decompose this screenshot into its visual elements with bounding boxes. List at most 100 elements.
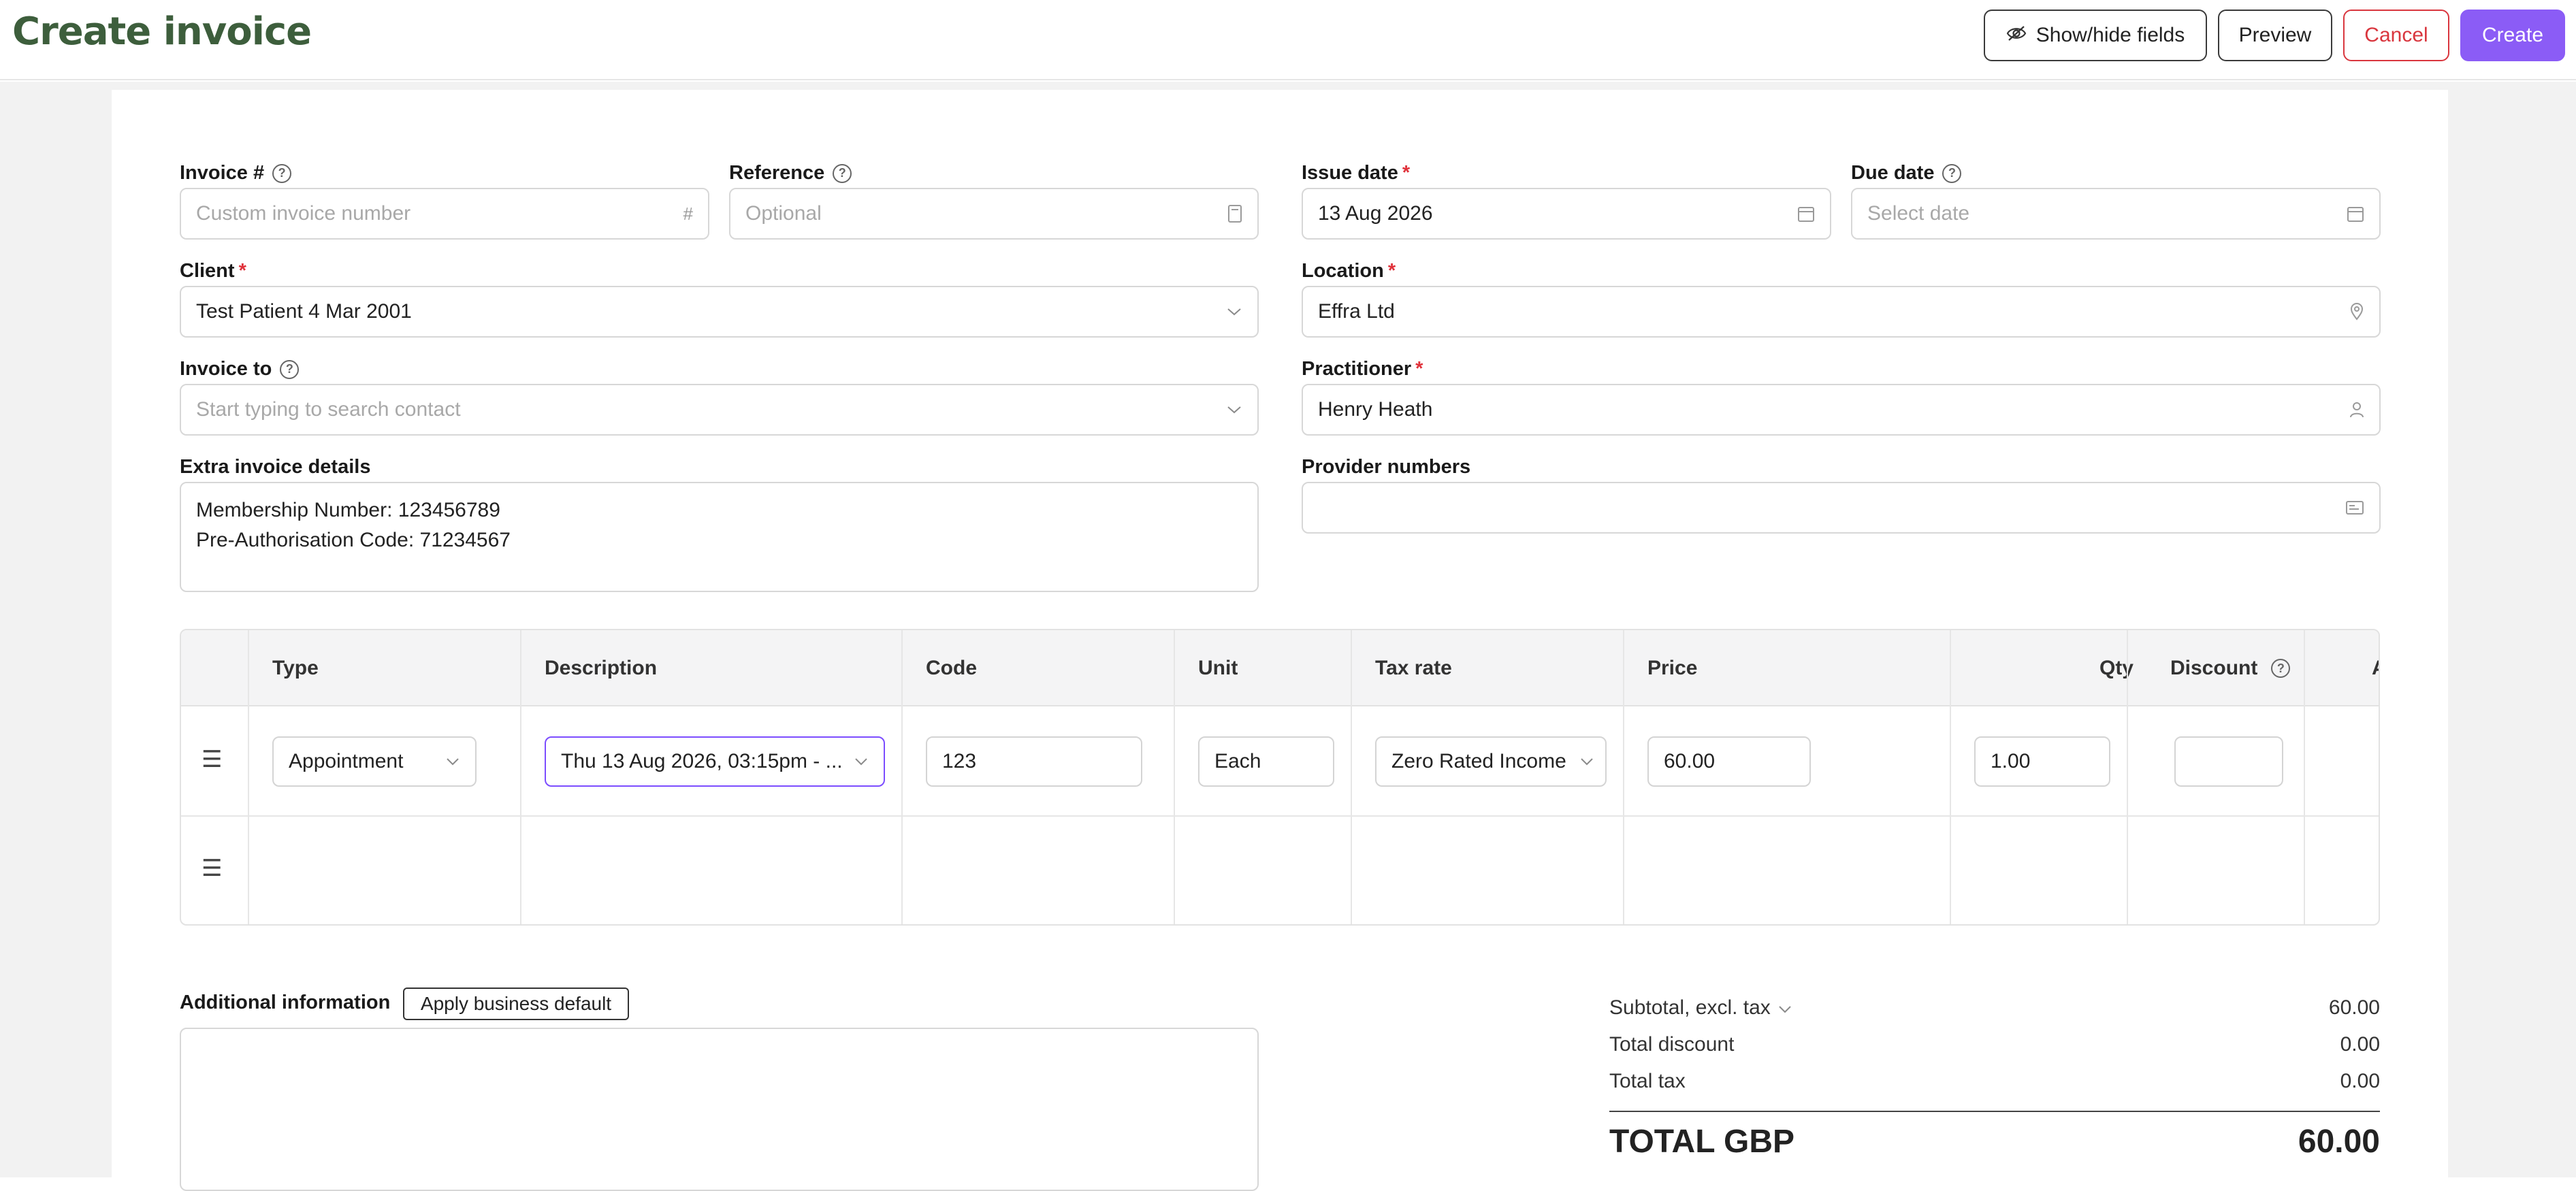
preview-button[interactable]: Preview bbox=[2218, 10, 2332, 61]
subtotal-label: Subtotal, excl. tax bbox=[1609, 996, 1771, 1019]
location-label-text: Location bbox=[1302, 260, 1384, 282]
qty-value: 1.00 bbox=[1991, 750, 2031, 772]
invoice-to-select[interactable]: Start typing to search contact bbox=[180, 384, 1259, 436]
extra-details-line: Pre-Authorisation Code: 71234567 bbox=[196, 529, 511, 551]
top-bar: Create invoice Show/hide fields Preview … bbox=[0, 0, 2576, 80]
extra-details-label: Extra invoice details bbox=[180, 456, 371, 478]
help-icon[interactable]: ? bbox=[2271, 659, 2291, 678]
description-select[interactable]: Thu 13 Aug 2026, 03:15pm - ... bbox=[545, 736, 885, 787]
practitioner-value: Henry Heath bbox=[1318, 398, 1433, 421]
reference-label-text: Reference bbox=[729, 162, 825, 184]
tax-rate-select[interactable]: Zero Rated Income bbox=[1375, 736, 1607, 787]
page-title: Create invoice bbox=[12, 10, 312, 54]
practitioner-input[interactable]: Henry Heath bbox=[1302, 384, 2381, 436]
column-divider bbox=[1623, 630, 1624, 924]
total-tax-row: Total tax 0.00 bbox=[1609, 1070, 2380, 1093]
help-icon[interactable]: ? bbox=[833, 163, 852, 183]
location-pin-icon bbox=[2349, 303, 2364, 321]
help-icon[interactable]: ? bbox=[272, 163, 292, 183]
client-select[interactable]: Test Patient 4 Mar 2001 bbox=[180, 286, 1259, 338]
total-tax-value: 0.00 bbox=[2340, 1070, 2380, 1092]
extra-details-textarea[interactable]: Membership Number: 123456789 Pre-Authori… bbox=[180, 482, 1259, 592]
column-divider bbox=[520, 630, 521, 924]
eye-off-icon bbox=[2006, 24, 2027, 47]
column-divider bbox=[1174, 630, 1175, 924]
subtotal-value: 60.00 bbox=[2328, 996, 2380, 1019]
chevron-down-icon bbox=[854, 757, 869, 766]
due-date-placeholder: Select date bbox=[1867, 202, 1970, 225]
column-header-code: Code bbox=[926, 657, 977, 679]
apply-business-default-button[interactable]: Apply business default bbox=[403, 988, 629, 1020]
type-select[interactable]: Appointment bbox=[272, 736, 477, 787]
calendar-icon bbox=[1797, 205, 1815, 223]
table-header bbox=[181, 630, 2379, 706]
invoice-number-label: Invoice # ? bbox=[180, 162, 292, 184]
subtotal-row: Subtotal, excl. tax 60.00 bbox=[1609, 996, 2380, 1019]
invoice-number-placeholder: Custom invoice number bbox=[196, 202, 411, 225]
code-value: 123 bbox=[942, 750, 977, 772]
client-label-text: Client bbox=[180, 260, 235, 282]
drag-handle-icon[interactable]: ☰ bbox=[202, 746, 222, 773]
create-button[interactable]: Create bbox=[2460, 10, 2565, 61]
subtotal-toggle[interactable]: Subtotal, excl. tax bbox=[1609, 996, 1792, 1019]
required-marker: * bbox=[238, 260, 246, 282]
column-divider bbox=[2304, 630, 2305, 924]
reference-label: Reference ? bbox=[729, 162, 852, 184]
chevron-down-icon bbox=[1777, 996, 1792, 1019]
client-label: Client * bbox=[180, 260, 246, 282]
row-divider bbox=[181, 815, 2379, 817]
invoice-number-input[interactable]: Custom invoice number # bbox=[180, 188, 709, 240]
column-header-discount: Discount ? bbox=[2170, 630, 2291, 706]
column-divider bbox=[901, 630, 903, 924]
provider-numbers-input[interactable] bbox=[1302, 482, 2381, 534]
column-header-price: Price bbox=[1647, 657, 1698, 679]
total-discount-row: Total discount 0.00 bbox=[1609, 1033, 2380, 1056]
qty-input[interactable]: 1.00 bbox=[1974, 736, 2110, 787]
invoice-to-placeholder: Start typing to search contact bbox=[196, 398, 461, 421]
location-label: Location * bbox=[1302, 260, 1396, 282]
help-icon[interactable]: ? bbox=[1942, 163, 1962, 183]
chevron-down-icon bbox=[1226, 404, 1242, 415]
line-items-table: Type Description Code Unit Tax rate Pric… bbox=[180, 629, 2380, 926]
price-value: 60.00 bbox=[1664, 750, 1716, 772]
id-card-icon bbox=[2345, 500, 2364, 515]
code-input[interactable]: 123 bbox=[926, 736, 1142, 787]
chevron-down-icon bbox=[445, 757, 460, 766]
reference-placeholder: Optional bbox=[745, 202, 822, 225]
help-icon[interactable]: ? bbox=[280, 359, 300, 379]
additional-information-textarea[interactable] bbox=[180, 1028, 1259, 1191]
grand-total-label: TOTAL GBP bbox=[1609, 1124, 1795, 1160]
show-hide-fields-button[interactable]: Show/hide fields bbox=[1984, 10, 2207, 61]
due-date-input[interactable]: Select date bbox=[1851, 188, 2381, 240]
column-header-tax-rate: Tax rate bbox=[1375, 657, 1452, 679]
issue-date-input[interactable]: 13 Aug 2026 bbox=[1302, 188, 1831, 240]
required-marker: * bbox=[1402, 162, 1411, 184]
chevron-down-icon bbox=[1579, 757, 1594, 766]
due-date-label: Due date ? bbox=[1851, 162, 1962, 184]
provider-numbers-label: Provider numbers bbox=[1302, 456, 1471, 478]
chevron-down-icon bbox=[1226, 306, 1242, 317]
invoice-to-label: Invoice to ? bbox=[180, 358, 300, 380]
unit-input[interactable]: Each bbox=[1198, 736, 1334, 787]
column-header-qty: Qty bbox=[2099, 657, 2134, 679]
invoice-to-label-text: Invoice to bbox=[180, 358, 272, 380]
calendar-icon bbox=[2347, 205, 2364, 223]
grand-total-row: TOTAL GBP 60.00 bbox=[1609, 1123, 2380, 1160]
reference-input[interactable]: Optional bbox=[729, 188, 1259, 240]
cancel-button[interactable]: Cancel bbox=[2343, 10, 2449, 61]
document-icon bbox=[1227, 204, 1242, 223]
price-input[interactable]: 60.00 bbox=[1647, 736, 1811, 787]
discount-input[interactable] bbox=[2174, 736, 2283, 787]
drag-handle-icon[interactable]: ☰ bbox=[202, 855, 222, 882]
required-marker: * bbox=[1387, 260, 1396, 282]
additional-information-label: Additional information bbox=[180, 992, 391, 1013]
type-value: Appointment bbox=[289, 750, 404, 772]
tax-rate-value: Zero Rated Income bbox=[1391, 750, 1566, 772]
issue-date-value: 13 Aug 2026 bbox=[1318, 202, 1433, 225]
person-icon bbox=[2349, 402, 2364, 418]
column-header-type: Type bbox=[272, 657, 319, 679]
location-input[interactable]: Effra Ltd bbox=[1302, 286, 2381, 338]
column-divider bbox=[2127, 630, 2128, 924]
location-value: Effra Ltd bbox=[1318, 300, 1395, 323]
column-header-discount-text: Discount bbox=[2170, 657, 2258, 679]
